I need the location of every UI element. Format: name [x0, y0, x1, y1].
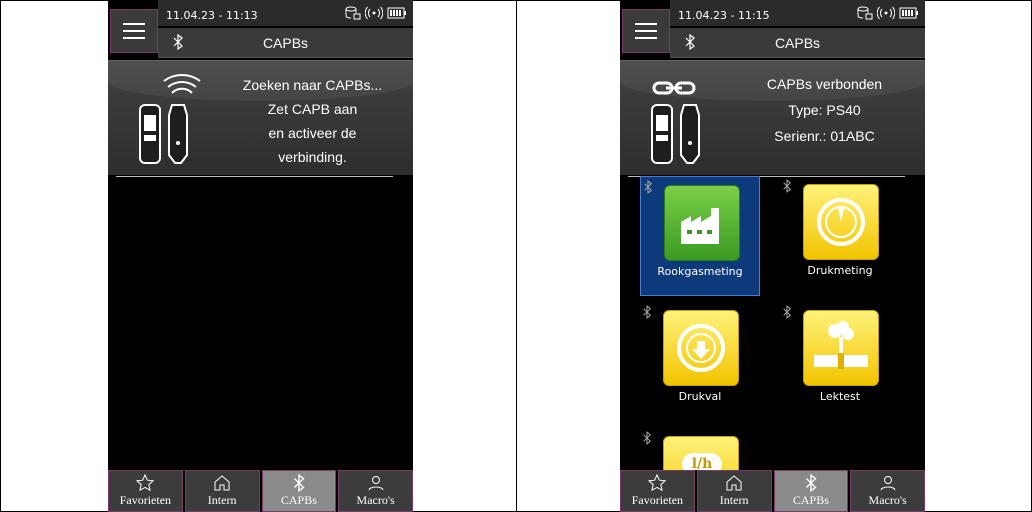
status-time: 11.04.23 - 11:13 [166, 9, 258, 22]
pressure-drop-icon [663, 310, 739, 386]
gauge-icon [803, 184, 879, 260]
info-panel: Zoeken naar CAPBs... Zet CAPB aan en act… [108, 60, 413, 175]
info-line: Serienr.: 01ABC [774, 128, 875, 144]
cell-divider [516, 0, 517, 512]
tab-macros[interactable]: Macro's [850, 470, 925, 512]
info-line: verbinding. [278, 149, 347, 165]
factory-icon [664, 185, 740, 261]
star-icon [648, 474, 667, 492]
database-icon [345, 6, 361, 20]
info-line: Type: PS40 [788, 102, 861, 118]
status-time: 11.04.23 - 11:15 [678, 9, 770, 22]
left-screen: 11.04.23 - 11:13 CAPBs Zoeken naar CAPBs… [108, 0, 413, 512]
tile-label: Rookgasmeting [657, 265, 743, 278]
user-icon [368, 476, 384, 491]
info-text: Zoeken naar CAPBs... Zet CAPB aan en act… [220, 73, 405, 169]
tab-label: Intern [719, 493, 749, 507]
info-line: en activeer de [268, 125, 357, 141]
tile-drukmeting[interactable]: Drukmeting [780, 176, 900, 296]
bluetooth-icon [805, 474, 817, 492]
tile-label: Lektest [819, 390, 861, 403]
home-icon [214, 475, 230, 491]
status-bar: 11.04.23 - 11:13 [158, 0, 413, 26]
tab-capbs[interactable]: CAPBs [773, 470, 849, 512]
title-bar: CAPBs [158, 28, 413, 58]
bluetooth-icon [643, 305, 652, 319]
bluetooth-icon [783, 179, 792, 193]
tab-label: CAPBs [792, 493, 829, 507]
battery-icon [899, 7, 918, 19]
leak-test-icon [803, 310, 879, 386]
tab-label: Intern [207, 493, 237, 507]
tab-label: CAPBs [280, 493, 317, 507]
bluetooth-icon [783, 305, 792, 319]
separator [116, 176, 393, 177]
tab-intern[interactable]: Intern [184, 470, 260, 512]
star-icon [136, 474, 155, 492]
tab-label: Macro's [868, 493, 907, 507]
tab-capbs[interactable]: CAPBs [261, 470, 337, 512]
page-title: CAPBs [262, 35, 309, 51]
tab-bar: Favorieten Intern CAPBs Macro's [620, 470, 925, 512]
wireless-icon [365, 6, 383, 20]
info-panel: CAPBs verbonden Type: PS40 Serienr.: 01A… [620, 60, 925, 175]
tile-label: Drukval [678, 390, 722, 403]
status-icons [857, 6, 919, 20]
bluetooth-icon [643, 431, 652, 445]
home-icon [726, 475, 742, 491]
tile-rookgasmeting[interactable]: Rookgasmeting [640, 176, 760, 296]
tab-label: Favorieten [631, 493, 684, 507]
battery-icon [387, 7, 406, 19]
right-screen: 11.04.23 - 11:15 CAPBs CAPBs verbonden T… [620, 0, 925, 512]
tab-favorieten[interactable]: Favorieten [620, 470, 695, 512]
info-line: CAPBs verbonden [766, 76, 883, 92]
info-line: Zet CAPB aan [267, 101, 358, 117]
tab-bar: Favorieten Intern CAPBs Macro's [108, 470, 413, 512]
menu-button[interactable] [622, 9, 670, 53]
bluetooth-icon [293, 474, 305, 492]
tab-intern[interactable]: Intern [696, 470, 772, 512]
title-bar: CAPBs [670, 28, 925, 58]
tile-drukval[interactable]: Drukval [640, 302, 760, 422]
info-line: Zoeken naar CAPBs... [242, 77, 383, 93]
capb-searching-icon [139, 74, 201, 164]
wireless-icon [877, 6, 895, 20]
bluetooth-icon [644, 180, 653, 194]
tab-label: Macro's [356, 493, 395, 507]
page-title: CAPBs [774, 35, 821, 51]
tile-label: Drukmeting [807, 264, 873, 277]
capb-connected-icon [651, 81, 700, 164]
tile-lektest[interactable]: Lektest [780, 302, 900, 422]
menu-button[interactable] [110, 9, 158, 53]
database-icon [857, 6, 873, 20]
status-icons [345, 6, 407, 20]
tab-macros[interactable]: Macro's [338, 470, 413, 512]
tab-label: Favorieten [119, 493, 172, 507]
status-bar: 11.04.23 - 11:15 [670, 0, 925, 26]
user-icon [880, 476, 896, 491]
info-text: CAPBs verbonden Type: PS40 Serienr.: 01A… [732, 71, 917, 149]
tab-favorieten[interactable]: Favorieten [108, 470, 183, 512]
